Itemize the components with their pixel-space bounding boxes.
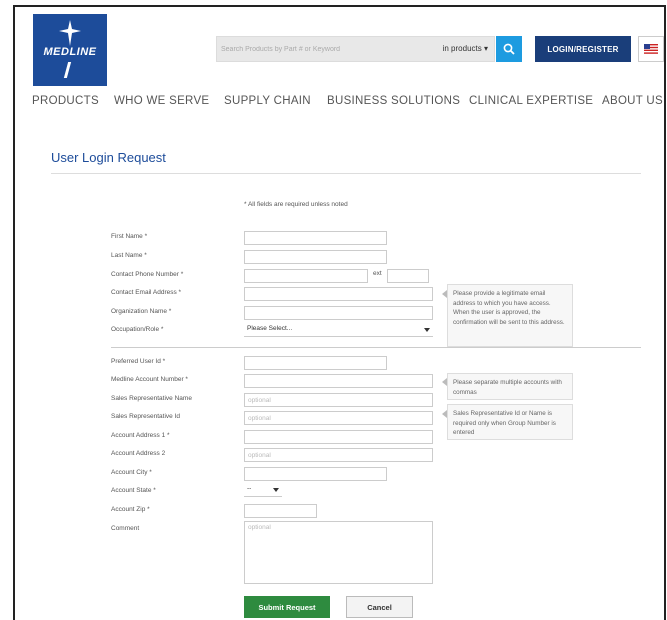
email-tooltip: Please provide a legitimate email addres… (447, 284, 573, 347)
nav-item-who-we-serve[interactable]: WHO WE SERVE (114, 95, 209, 107)
occupation-select-value: Please Select... (247, 325, 293, 332)
nav-item-clinical-expertise[interactable]: CLINICAL EXPERTISE (469, 95, 593, 107)
last-name-field[interactable] (244, 250, 387, 264)
account-number-field[interactable] (244, 374, 433, 388)
first-name-label: First Name * (111, 233, 148, 240)
comment-label: Comment (111, 525, 140, 532)
user-id-label: Preferred User Id * (111, 358, 166, 365)
nav-item-supply-chain[interactable]: SUPPLY CHAIN (224, 95, 311, 107)
rep-name-label: Sales Representative Name (111, 395, 192, 402)
city-label: Account City * (111, 469, 152, 476)
search-bar: in products ▾ (216, 36, 495, 62)
rep-name-field[interactable] (244, 393, 433, 407)
comment-field[interactable] (244, 521, 433, 584)
occupation-select[interactable]: Please Select... (244, 323, 433, 337)
occupation-label: Occupation/Role * (111, 326, 164, 333)
rep-id-field[interactable] (244, 411, 433, 425)
state-select[interactable]: -- (244, 483, 282, 497)
state-select-value: -- (247, 485, 252, 492)
phone-ext-field[interactable] (387, 269, 429, 283)
rep-id-label: Sales Representative Id (111, 413, 181, 420)
section-divider (111, 347, 641, 348)
user-id-field[interactable] (244, 356, 387, 370)
rep-tooltip: Sales Representative Id or Name is requi… (447, 404, 573, 440)
phone-field[interactable] (244, 269, 368, 283)
account-number-label: Medline Account Number * (111, 376, 188, 383)
organization-label: Organization Name * (111, 308, 172, 315)
first-name-field[interactable] (244, 231, 387, 245)
search-icon (503, 43, 515, 55)
cancel-button[interactable]: Cancel (346, 596, 413, 618)
chevron-down-icon (424, 328, 430, 332)
nav-item-business-solutions[interactable]: BUSINESS SOLUTIONS (327, 95, 460, 107)
email-field[interactable] (244, 287, 433, 301)
nav-item-about-us[interactable]: ABOUT US (602, 95, 663, 107)
chevron-down-icon (273, 488, 279, 492)
city-field[interactable] (244, 467, 387, 481)
medline-logo[interactable]: MEDLINE (33, 14, 107, 86)
zip-label: Account Zip * (111, 506, 150, 513)
organization-field[interactable] (244, 306, 433, 320)
ext-label: ext (373, 270, 382, 277)
us-flag-icon[interactable] (638, 36, 664, 62)
login-register-button[interactable]: LOGIN/REGISTER (535, 36, 631, 62)
logo-star-icon (59, 20, 81, 46)
address1-field[interactable] (244, 430, 433, 444)
accounts-tooltip: Please separate multiple accounts with c… (447, 373, 573, 400)
submit-request-button[interactable]: Submit Request (244, 596, 330, 618)
browser-frame: MEDLINE in products ▾ LOGIN/REGISTER PRO… (13, 5, 666, 620)
main-nav: PRODUCTS WHO WE SERVE SUPPLY CHAIN BUSIN… (15, 91, 664, 113)
zip-field[interactable] (244, 504, 317, 518)
logo-stem (63, 62, 72, 78)
last-name-label: Last Name * (111, 252, 147, 259)
logo-text: MEDLINE (43, 46, 97, 58)
page-title: User Login Request (51, 150, 166, 165)
search-button[interactable] (496, 36, 522, 62)
email-label: Contact Email Address * (111, 289, 182, 296)
search-scope-dropdown[interactable]: in products ▾ (443, 44, 488, 53)
nav-item-products[interactable]: PRODUCTS (32, 95, 99, 107)
state-label: Account State * (111, 487, 156, 494)
address2-label: Account Address 2 (111, 450, 166, 457)
required-note: * All fields are required unless noted (244, 201, 348, 208)
address2-field[interactable] (244, 448, 433, 462)
title-divider (51, 173, 641, 174)
search-input[interactable] (221, 40, 401, 58)
phone-label: Contact Phone Number * (111, 271, 184, 278)
address1-label: Account Address 1 * (111, 432, 170, 439)
